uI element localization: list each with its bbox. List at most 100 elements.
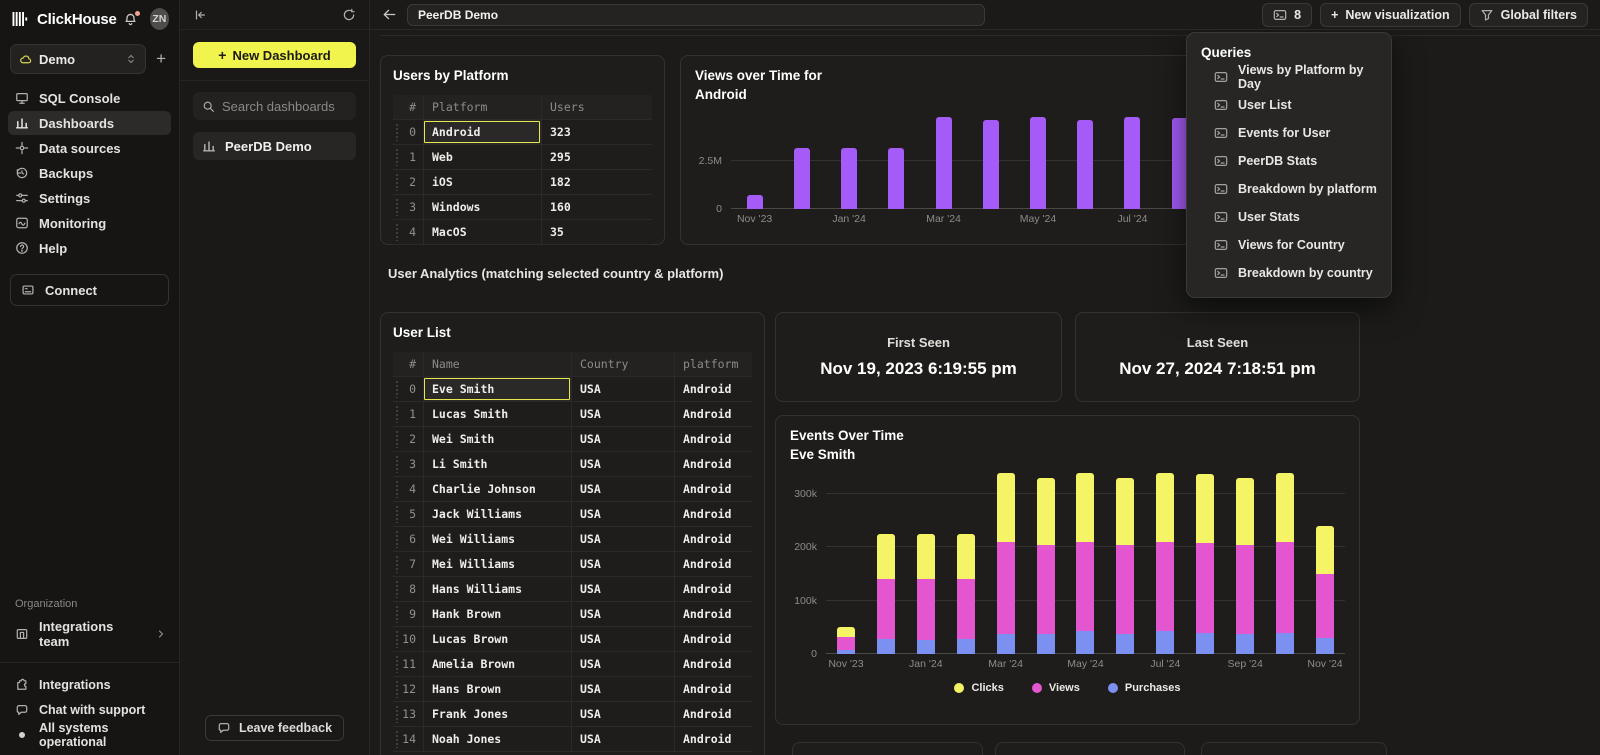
table-cell[interactable]: USA — [571, 677, 674, 701]
table-cell[interactable]: 323 — [541, 120, 652, 144]
table-cell[interactable]: Android — [674, 377, 752, 401]
table-row[interactable]: 0Android323 — [393, 120, 652, 145]
table-cell[interactable]: 182 — [541, 170, 652, 194]
chart-bar[interactable] — [837, 627, 855, 654]
service-select[interactable]: Demo — [10, 44, 146, 74]
table-cell[interactable]: 295 — [541, 145, 652, 169]
table-cell[interactable]: USA — [571, 427, 674, 451]
table-row[interactable]: 2iOS182 — [393, 170, 652, 195]
table-cell[interactable]: iOS — [423, 170, 541, 194]
chart-bar[interactable] — [747, 195, 763, 208]
table-cell[interactable]: Android — [674, 527, 752, 551]
table-cell[interactable]: Android — [674, 502, 752, 526]
chart-bar[interactable] — [957, 534, 975, 654]
chart-bar[interactable] — [1196, 474, 1214, 654]
new-visualization-button[interactable]: + New visualization — [1320, 3, 1461, 27]
table-cell[interactable]: Android — [674, 427, 752, 451]
chart-bar[interactable] — [1037, 478, 1055, 654]
sidebar-item-settings[interactable]: Settings — [8, 186, 171, 210]
table-cell[interactable]: Hank Brown — [423, 602, 571, 626]
table-cell[interactable]: Lucas Brown — [423, 627, 571, 651]
table-cell[interactable]: USA — [571, 702, 674, 726]
query-item[interactable]: User List — [1201, 91, 1377, 119]
table-row[interactable]: 2Wei SmithUSAAndroid — [393, 427, 752, 452]
table-row[interactable]: 3Li SmithUSAAndroid — [393, 452, 752, 477]
dashboard-title-input[interactable] — [407, 4, 985, 26]
table-cell[interactable]: 35 — [541, 220, 652, 244]
table-cell[interactable]: USA — [571, 527, 674, 551]
table-cell[interactable]: USA — [571, 477, 674, 501]
query-item[interactable]: Views by Platform by Day — [1201, 63, 1377, 91]
table-row[interactable]: 11Amelia BrownUSAAndroid — [393, 652, 752, 677]
table-row[interactable]: 0Eve SmithUSAAndroid — [393, 377, 752, 402]
table-cell[interactable]: Hans Williams — [423, 577, 571, 601]
sidebar-item-chat-with-support[interactable]: Chat with support — [8, 698, 171, 721]
table-cell[interactable]: Eve Smith — [423, 377, 571, 401]
table-cell[interactable]: Mei Williams — [423, 552, 571, 576]
sidebar-item-system-status[interactable]: All systems operational — [8, 723, 171, 746]
query-item[interactable]: PeerDB Stats — [1201, 147, 1377, 175]
table-cell[interactable]: Android — [674, 652, 752, 676]
chart-bar[interactable] — [841, 148, 857, 208]
table-cell[interactable]: USA — [571, 402, 674, 426]
table-cell[interactable]: Amelia Brown — [423, 652, 571, 676]
table-cell[interactable]: Web — [423, 145, 541, 169]
table-cell[interactable]: USA — [571, 577, 674, 601]
sidebar-item-help[interactable]: Help — [8, 236, 171, 260]
sidebar-item-integrations-team[interactable]: Integrations team — [15, 619, 167, 649]
table-cell[interactable]: USA — [571, 502, 674, 526]
table-cell[interactable]: Android — [674, 477, 752, 501]
table-cell[interactable]: USA — [571, 727, 674, 751]
search-dashboards-input[interactable]: Search dashboards — [193, 92, 356, 120]
table-cell[interactable]: Android — [674, 602, 752, 626]
chart-bar[interactable] — [1116, 478, 1134, 654]
avatar[interactable]: ZN — [150, 8, 169, 30]
table-cell[interactable]: Wei Smith — [423, 427, 571, 451]
query-item[interactable]: User Stats — [1201, 203, 1377, 231]
sidebar-item-integrations[interactable]: Integrations — [8, 673, 171, 696]
table-row[interactable]: 5Jack WilliamsUSAAndroid — [393, 502, 752, 527]
table-cell[interactable]: Android — [674, 452, 752, 476]
table-cell[interactable]: Hans Brown — [423, 677, 571, 701]
table-cell[interactable]: USA — [571, 652, 674, 676]
chart-bar[interactable] — [983, 120, 999, 209]
table-cell[interactable]: 160 — [541, 195, 652, 219]
table-row[interactable]: 10Lucas BrownUSAAndroid — [393, 627, 752, 652]
chart-bar[interactable] — [997, 473, 1015, 654]
chart-bar[interactable] — [1276, 473, 1294, 654]
table-cell[interactable]: Android — [674, 402, 752, 426]
table-cell[interactable]: Android — [674, 552, 752, 576]
sidebar-item-monitoring[interactable]: Monitoring — [8, 211, 171, 235]
table-cell[interactable]: Li Smith — [423, 452, 571, 476]
refresh-icon[interactable] — [342, 8, 356, 22]
notifications-bell-icon[interactable] — [123, 12, 138, 27]
table-cell[interactable]: USA — [571, 627, 674, 651]
global-filters-button[interactable]: Global filters — [1469, 3, 1588, 27]
sidebar-item-backups[interactable]: Backups — [8, 161, 171, 185]
dashboard-list-item-peerdb-demo[interactable]: PeerDB Demo — [193, 132, 356, 160]
table-row[interactable]: 3Windows160 — [393, 195, 652, 220]
sidebar-item-dashboards[interactable]: Dashboards — [8, 111, 171, 135]
table-cell[interactable]: USA — [571, 552, 674, 576]
table-cell[interactable]: MacOS — [423, 220, 541, 244]
table-cell[interactable]: Android — [674, 577, 752, 601]
chart-bar[interactable] — [1030, 117, 1046, 209]
table-cell[interactable]: USA — [571, 602, 674, 626]
leave-feedback-button[interactable]: Leave feedback — [205, 715, 344, 741]
table-cell[interactable]: Jack Williams — [423, 502, 571, 526]
table-row[interactable]: 6Wei WilliamsUSAAndroid — [393, 527, 752, 552]
sidebar-item-data-sources[interactable]: Data sources — [8, 136, 171, 160]
add-service-button[interactable]: + — [153, 49, 169, 69]
connect-button[interactable]: Connect — [10, 274, 169, 306]
query-item[interactable]: Breakdown by country — [1201, 259, 1377, 287]
table-cell[interactable]: Android — [674, 727, 752, 751]
table-cell[interactable]: Wei Williams — [423, 527, 571, 551]
table-cell[interactable]: Windows — [423, 195, 541, 219]
new-dashboard-button[interactable]: + New Dashboard — [193, 42, 356, 68]
table-row[interactable]: 1Web295 — [393, 145, 652, 170]
legend-item[interactable]: Purchases — [1108, 682, 1181, 694]
chart-bar[interactable] — [1124, 117, 1140, 209]
table-row[interactable]: 4MacOS35 — [393, 220, 652, 245]
chart-bar[interactable] — [1236, 478, 1254, 654]
chart-bar[interactable] — [794, 148, 810, 208]
